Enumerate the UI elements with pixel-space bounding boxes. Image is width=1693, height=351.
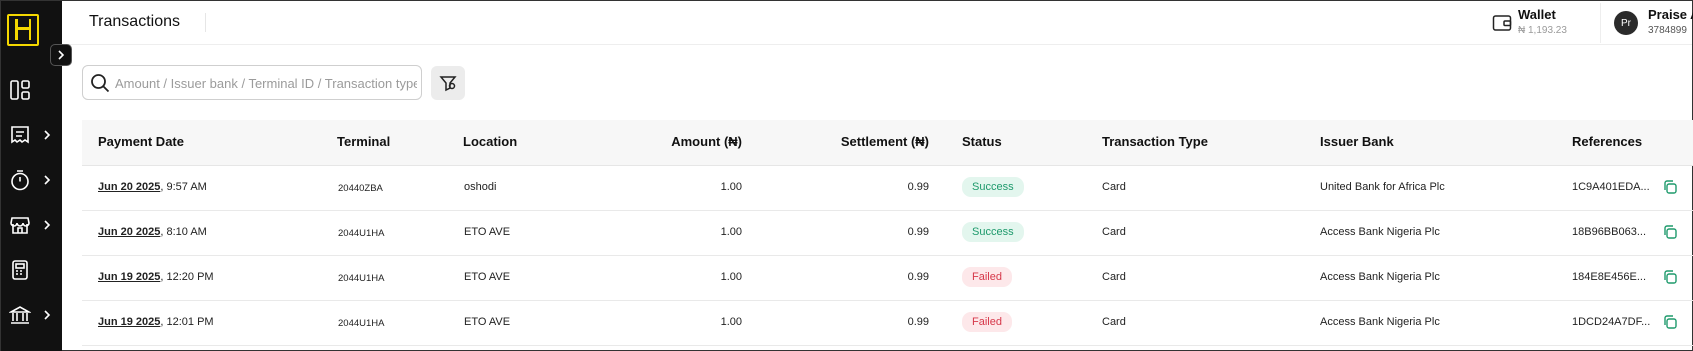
location-cell: oshodi bbox=[464, 181, 497, 193]
bank-icon bbox=[9, 306, 31, 324]
chevron-right-icon bbox=[44, 310, 51, 320]
search-icon bbox=[91, 74, 110, 93]
sidebar-item-timer[interactable] bbox=[9, 165, 59, 195]
transaction-type-cell: Card bbox=[1102, 316, 1126, 328]
reference-cell: 1C9A401EDA... bbox=[1572, 181, 1650, 193]
reference-cell: 184E8E456E... bbox=[1572, 271, 1647, 283]
copy-icon[interactable] bbox=[1662, 269, 1678, 285]
issuer-bank-cell: Access Bank Nigeria Plc bbox=[1320, 271, 1440, 283]
settlement-cell: 0.99 bbox=[907, 226, 929, 238]
sidebar-item-receipts[interactable] bbox=[9, 120, 59, 150]
table-row[interactable]: Jun 19 2025, 12:20 PM 2044U1HA ETO AVE 1… bbox=[82, 256, 1693, 301]
table-row[interactable]: Jun 20 2025, 8:10 AM 2044U1HA ETO AVE 1.… bbox=[82, 211, 1693, 256]
column-header-payment-date[interactable]: Payment Date bbox=[98, 134, 184, 149]
column-header-amount[interactable]: Amount (₦) bbox=[602, 134, 742, 149]
terminal-cell: 2044U1HA bbox=[338, 318, 385, 329]
payment-time: , 9:57 AM bbox=[160, 181, 207, 193]
payment-date[interactable]: Jun 19 2025 bbox=[98, 316, 160, 328]
issuer-bank-cell: United Bank for Africa Plc bbox=[1320, 181, 1445, 193]
dashboard-icon bbox=[10, 80, 30, 100]
status-badge: Failed bbox=[962, 267, 1012, 287]
terminal-cell: 2044U1HA bbox=[338, 273, 385, 284]
divider bbox=[1600, 3, 1601, 43]
brand-logo[interactable] bbox=[7, 14, 39, 46]
column-header-settlement[interactable]: Settlement (₦) bbox=[782, 134, 929, 149]
transaction-type-cell: Card bbox=[1102, 181, 1126, 193]
table-row[interactable]: Jun 19 2025, 12:01 PM 2044U1HA ETO AVE 1… bbox=[82, 301, 1693, 346]
payment-date[interactable]: Jun 19 2025 bbox=[98, 271, 160, 283]
pos-terminal-icon bbox=[12, 260, 28, 280]
user-name: Praise A bbox=[1648, 7, 1693, 22]
payment-date[interactable]: Jun 20 2025 bbox=[98, 226, 160, 238]
terminal-cell: 20440ZBA bbox=[338, 183, 383, 194]
column-header-location[interactable]: Location bbox=[463, 134, 517, 149]
payment-time: , 12:01 PM bbox=[160, 316, 214, 328]
table-row[interactable]: Jun 20 2025, 9:57 AM 20440ZBA oshodi 1.0… bbox=[82, 166, 1693, 211]
status-badge: Success bbox=[962, 177, 1024, 197]
reference-cell: 1DCD24A7DF... bbox=[1572, 316, 1651, 328]
timer-icon bbox=[11, 170, 29, 191]
chevron-right-icon bbox=[44, 175, 51, 185]
avatar: Pr bbox=[1614, 11, 1638, 35]
column-header-status[interactable]: Status bbox=[962, 134, 1002, 149]
transaction-type-cell: Card bbox=[1102, 271, 1126, 283]
transaction-type-cell: Card bbox=[1102, 226, 1126, 238]
payment-time: , 8:10 AM bbox=[160, 226, 207, 238]
store-icon bbox=[10, 217, 30, 234]
column-header-terminal[interactable]: Terminal bbox=[337, 134, 390, 149]
wallet-icon bbox=[1492, 15, 1512, 31]
column-header-transaction-type[interactable]: Transaction Type bbox=[1102, 134, 1208, 149]
filter-icon bbox=[439, 76, 457, 92]
amount-cell: 1.00 bbox=[720, 316, 742, 328]
amount-cell: 1.00 bbox=[720, 226, 742, 238]
copy-icon[interactable] bbox=[1662, 224, 1678, 240]
payment-date-cell[interactable]: Jun 20 2025, 8:10 AM bbox=[98, 226, 207, 238]
search-input[interactable] bbox=[115, 72, 417, 94]
table-header: Payment Date Terminal Location Amount (₦… bbox=[82, 120, 1693, 166]
receipt-icon bbox=[11, 126, 29, 144]
copy-icon[interactable] bbox=[1662, 179, 1678, 195]
issuer-bank-cell: Access Bank Nigeria Plc bbox=[1320, 316, 1440, 328]
location-cell: ETO AVE bbox=[464, 316, 511, 328]
reference-cell: 18B96BB063... bbox=[1572, 226, 1647, 238]
column-header-issuer-bank[interactable]: Issuer Bank bbox=[1320, 134, 1394, 149]
payment-date[interactable]: Jun 20 2025 bbox=[98, 181, 160, 193]
chevron-right-icon bbox=[44, 220, 51, 230]
location-cell: ETO AVE bbox=[464, 226, 511, 238]
terminal-cell: 2044U1HA bbox=[338, 228, 385, 239]
payment-date-cell[interactable]: Jun 19 2025, 12:01 PM bbox=[98, 316, 214, 328]
amount-cell: 1.00 bbox=[720, 181, 742, 193]
sidebar-item-store[interactable] bbox=[9, 210, 59, 240]
column-header-references[interactable]: References bbox=[1572, 134, 1642, 149]
payment-time: , 12:20 PM bbox=[160, 271, 214, 283]
sidebar-item-dashboard[interactable] bbox=[9, 75, 59, 105]
settlement-cell: 0.99 bbox=[907, 181, 929, 193]
status-badge: Failed bbox=[962, 312, 1012, 332]
divider bbox=[205, 13, 206, 32]
location-cell: ETO AVE bbox=[464, 271, 511, 283]
settlement-cell: 0.99 bbox=[907, 271, 929, 283]
wallet-label: Wallet bbox=[1518, 7, 1556, 22]
chevron-right-icon bbox=[44, 130, 51, 140]
payment-date-cell[interactable]: Jun 20 2025, 9:57 AM bbox=[98, 181, 207, 193]
sidebar-toggle-button[interactable] bbox=[50, 44, 72, 66]
chevron-right-icon bbox=[58, 50, 65, 60]
amount-cell: 1.00 bbox=[720, 271, 742, 283]
wallet-balance: ₦ 1,193.23 bbox=[1518, 25, 1567, 36]
page-title: Transactions bbox=[89, 13, 180, 30]
issuer-bank-cell: Access Bank Nigeria Plc bbox=[1320, 226, 1440, 238]
payment-date-cell[interactable]: Jun 19 2025, 12:20 PM bbox=[98, 271, 214, 283]
settlement-cell: 0.99 bbox=[907, 316, 929, 328]
user-menu[interactable]: Pr Praise A 3784899 bbox=[1610, 5, 1693, 41]
search-box bbox=[82, 65, 422, 100]
top-bar: Transactions Wallet ₦ 1,193.23 Pr Praise… bbox=[62, 1, 1693, 45]
status-badge: Success bbox=[962, 222, 1024, 242]
sidebar-item-pos-terminals[interactable] bbox=[9, 255, 59, 285]
filter-button[interactable] bbox=[431, 66, 465, 100]
user-id: 3784899 bbox=[1648, 25, 1687, 36]
sidebar-item-bank[interactable] bbox=[9, 300, 59, 330]
copy-icon[interactable] bbox=[1662, 314, 1678, 330]
